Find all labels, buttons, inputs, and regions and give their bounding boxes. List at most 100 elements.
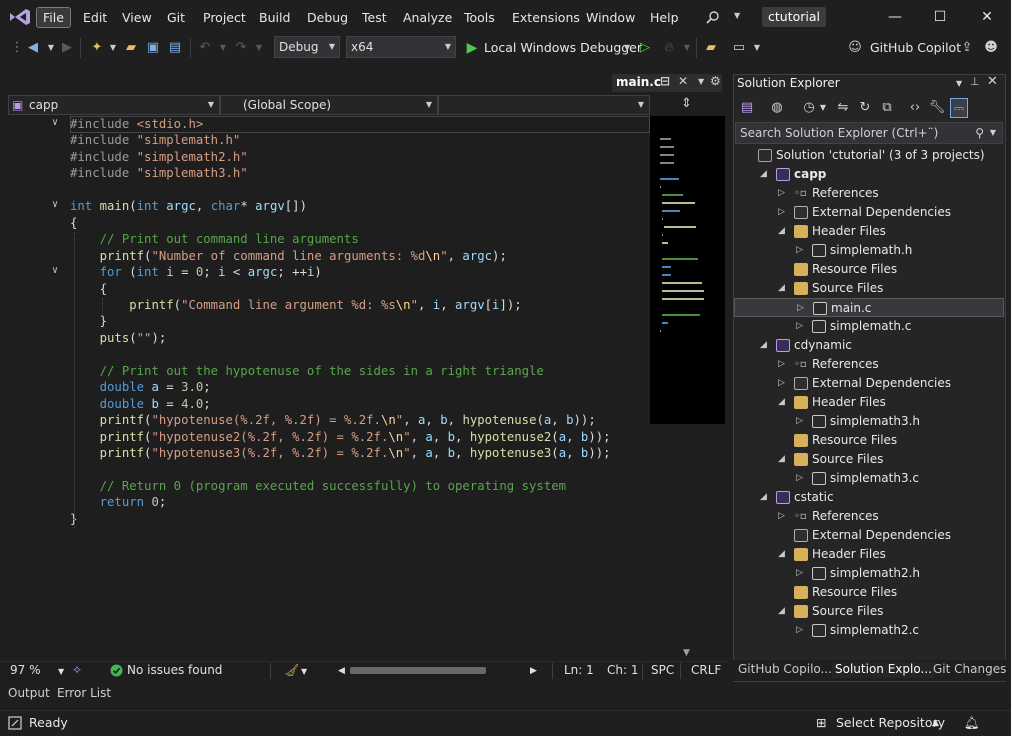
intellicode-icon[interactable]: ✧ (72, 663, 82, 677)
tree-item[interactable]: ◢ cdynamic (734, 336, 1004, 355)
code-line[interactable]: // Print out the hypotenuse of the sides… (70, 363, 544, 379)
hot-reload-icon[interactable]: 🔥︎ (660, 39, 678, 57)
code-line[interactable]: printf ("hypotenuse(%.2f, %.2f) = %.2f.\n… (70, 412, 596, 428)
tree-item[interactable]: ▷ simplemath2.c (734, 621, 1004, 640)
minimize-icon[interactable]: — (885, 7, 905, 27)
undo-dropdown-icon[interactable]: ▼ (214, 39, 232, 57)
tree-item[interactable]: External Dependencies (734, 526, 1004, 545)
settings-gear-icon[interactable]: ⚙ (710, 74, 721, 88)
search-options-dropdown-icon[interactable]: ▼ (990, 123, 996, 143)
scroll-right-icon[interactable]: ▶ (530, 666, 537, 676)
collapsed-chevron-icon[interactable]: ▷ (778, 507, 785, 526)
collapsed-chevron-icon[interactable]: ▷ (778, 203, 785, 222)
maximize-icon[interactable]: ☐ (930, 7, 950, 27)
collapsed-chevron-icon[interactable]: ▷ (796, 469, 803, 488)
tab-solution-explorer[interactable]: Solution Explo... (832, 662, 935, 678)
chevron-up-icon[interactable]: ▲ (932, 718, 939, 728)
collapsed-chevron-icon[interactable]: ▷ (778, 374, 785, 393)
scroll-down-icon[interactable]: ▼ (683, 648, 690, 658)
tree-item[interactable]: ▷ simplemath3.h (734, 412, 1004, 431)
menu-view[interactable]: View (116, 8, 158, 27)
tree-item[interactable]: ◢ capp (734, 165, 1004, 184)
code-line[interactable]: printf ("hypotenuse2(%.2f, %.2f) = %.2f.\… (70, 429, 611, 445)
close-tab-icon[interactable]: ✕ (678, 74, 688, 88)
expanded-chevron-icon[interactable]: ◢ (778, 279, 785, 298)
configuration-combo[interactable]: Debug ▼ (274, 36, 340, 58)
code-line[interactable]: #include "simplemath2.h" (70, 149, 248, 165)
scope-navigation-combo[interactable]: (Global Scope) ▼ (220, 95, 438, 115)
tree-item[interactable]: ◢ Source Files (734, 602, 1004, 621)
copilot-icon[interactable]: ☺ (846, 39, 864, 57)
collapsed-chevron-icon[interactable]: ▷ (796, 412, 803, 431)
collapsed-chevron-icon[interactable]: ▷ (778, 184, 785, 203)
tab-main-c[interactable]: main.c ⊟ ✕ ▼ ⚙ (612, 74, 722, 92)
search-icon[interactable] (706, 10, 720, 24)
tab-list-dropdown-icon[interactable]: ▼ (698, 77, 704, 86)
visual-studio-logo-icon[interactable] (8, 7, 32, 27)
whitespace-mode[interactable]: SPC (651, 663, 674, 677)
tree-item[interactable]: ▷ External Dependencies (734, 203, 1004, 222)
tree-item[interactable]: ▷ ◦▫ References (734, 184, 1004, 203)
feedback-icon[interactable]: ☻ (982, 39, 1000, 57)
platform-combo[interactable]: x64 ▼ (346, 36, 456, 58)
collapsed-chevron-icon[interactable]: ▷ (796, 621, 803, 640)
expanded-chevron-icon[interactable]: ◢ (778, 393, 785, 412)
code-line[interactable]: return 0; (70, 494, 167, 510)
code-line[interactable]: { (70, 215, 77, 231)
expanded-chevron-icon[interactable]: ◢ (778, 450, 785, 469)
start-debugging-button[interactable]: Local Windows Debugger (484, 40, 642, 55)
collapsed-chevron-icon[interactable]: ▷ (796, 317, 803, 336)
pin-icon[interactable]: ⊥ (970, 75, 980, 88)
expanded-chevron-icon[interactable]: ◢ (760, 488, 767, 507)
start-without-debugging-icon[interactable]: ▷ (636, 39, 654, 57)
menu-analyze[interactable]: Analyze (397, 8, 458, 27)
code-line[interactable]: printf("Command line argument %d: %s\n",… (70, 297, 521, 313)
panel-options-dropdown-icon[interactable]: ▼ (956, 79, 962, 88)
code-line[interactable]: for (int i = 0; i < argc; ++i) (70, 264, 322, 280)
collapsed-chevron-icon[interactable]: ▷ (796, 564, 803, 583)
tree-item[interactable]: ▷ External Dependencies (734, 374, 1004, 393)
tree-item[interactable]: ◢ Source Files (734, 450, 1004, 469)
sync-icon[interactable]: ⇋ (834, 98, 852, 118)
code-line[interactable]: double b = 4.0; (70, 396, 211, 412)
tree-item[interactable]: ▷ simplemath2.h (734, 564, 1004, 583)
tree-item[interactable]: ◢ Header Files (734, 393, 1004, 412)
collapsed-chevron-icon[interactable]: ▷ (778, 355, 785, 374)
window-layout-icon[interactable]: ▭ (730, 39, 748, 57)
redo-icon[interactable]: ↷ (232, 39, 250, 57)
back-navigation-icon[interactable]: ◀ (24, 39, 42, 57)
menu-window[interactable]: Window (580, 8, 641, 27)
project-navigation-combo[interactable]: ▣ capp ▼ (8, 95, 220, 115)
menu-debug[interactable]: Debug (301, 8, 354, 27)
issues-status[interactable]: No issues found (127, 663, 222, 677)
tree-item[interactable]: Resource Files (734, 583, 1004, 602)
menu-help[interactable]: Help (644, 8, 685, 27)
menu-extensions[interactable]: Extensions (506, 8, 586, 27)
code-line[interactable]: { (70, 281, 107, 297)
tree-item[interactable]: Resource Files (734, 260, 1004, 279)
tree-item[interactable]: ▷ ◦▫ References (734, 355, 1004, 374)
tree-item[interactable]: Solution 'ctutorial' (3 of 3 projects) (734, 146, 1004, 165)
menu-tools[interactable]: Tools (458, 8, 501, 27)
new-project-dropdown-icon[interactable]: ▼ (104, 39, 122, 57)
code-line[interactable]: // Return 0 (program executed successful… (70, 478, 566, 494)
close-window-icon[interactable]: ✕ (977, 7, 997, 27)
tree-item[interactable]: ◢ cstatic (734, 488, 1004, 507)
refresh-icon[interactable]: ↻ (856, 98, 874, 118)
hot-reload-dropdown-icon[interactable]: ▼ (678, 39, 696, 57)
menu-test[interactable]: Test (356, 8, 393, 27)
code-editor[interactable]: #include <stdio.h> #include "simplemath.h… (8, 116, 650, 662)
tree-item[interactable]: ◢ Header Files (734, 222, 1004, 241)
layout-dropdown-icon[interactable]: ▼ (748, 39, 766, 57)
github-copilot-button[interactable]: GitHub Copilot (870, 40, 961, 55)
code-line[interactable]: #include "simplemath3.h" (70, 165, 248, 181)
save-icon[interactable]: ▣ (144, 39, 162, 57)
tab-git-changes[interactable]: Git Changes (933, 662, 1006, 676)
tree-item[interactable]: ▷ main.c (734, 298, 1004, 317)
notifications-bell-icon[interactable]: 🔔︎ (964, 715, 980, 731)
switch-views-icon[interactable]: ▤ (738, 98, 756, 118)
code-line[interactable]: int main(int argc, char* argv[]) (70, 198, 307, 214)
zoom-level[interactable]: 97 % (10, 663, 41, 677)
history-dropdown-icon[interactable]: ▼ (814, 98, 832, 118)
code-line[interactable]: printf("Number of command line arguments… (70, 248, 507, 264)
